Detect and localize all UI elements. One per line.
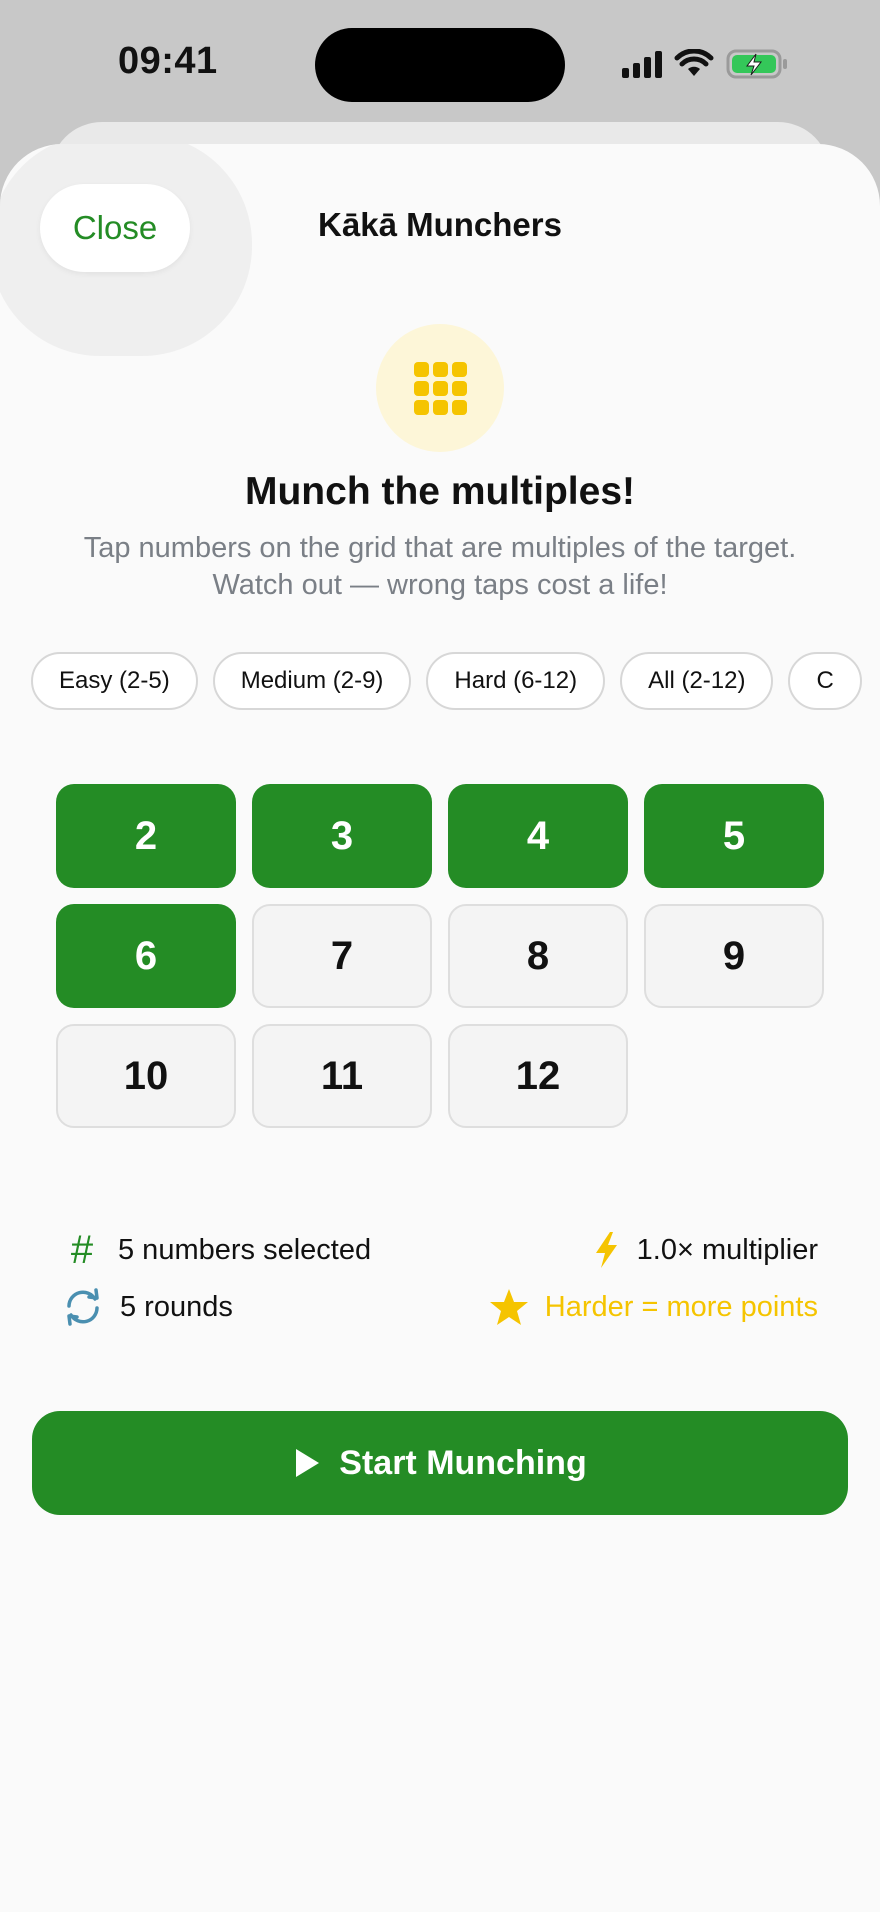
harder-note-text: Harder = more points <box>544 1290 818 1323</box>
chip-hard[interactable]: Hard (6-12) <box>426 652 606 710</box>
status-bar: 09:41 <box>0 0 880 130</box>
chip-custom[interactable]: C <box>788 652 862 710</box>
number-tile-7[interactable]: 7 <box>252 904 432 1008</box>
harder-note-info: Harder = more points <box>489 1285 818 1329</box>
rounds-info: 5 rounds <box>62 1285 233 1329</box>
hash-icon: # <box>70 1227 94 1272</box>
game-headline: Munch the multiples! <box>245 470 635 513</box>
number-tile-12[interactable]: 12 <box>448 1024 628 1128</box>
multiplier-text: 1.0× multiplier <box>636 1233 818 1266</box>
numbers-selected-text: 5 numbers selected <box>118 1233 372 1266</box>
grid-icon <box>376 324 504 452</box>
dynamic-island <box>315 28 565 102</box>
number-tile-3[interactable]: 3 <box>252 784 432 888</box>
chip-medium[interactable]: Medium (2-9) <box>212 652 412 710</box>
lightning-icon <box>595 1232 617 1268</box>
wifi-icon <box>674 49 714 76</box>
star-icon <box>489 1289 528 1325</box>
status-icons <box>622 44 790 84</box>
number-grid: 2 3 4 5 6 7 8 9 10 11 12 <box>56 784 824 1128</box>
instructions-line-2: Watch out — wrong taps cost a life! <box>212 569 668 601</box>
number-tile-8[interactable]: 8 <box>448 904 628 1008</box>
number-tile-5[interactable]: 5 <box>644 784 824 888</box>
number-tile-10[interactable]: 10 <box>56 1024 236 1128</box>
chip-easy[interactable]: Easy (2-5) <box>31 652 198 710</box>
difficulty-chips: Easy (2-5) Medium (2-9) Hard (6-12) All … <box>31 652 862 710</box>
chip-all[interactable]: All (2-12) <box>620 652 774 710</box>
modal-sheet: Close Kākā Munchers Munch the multiples!… <box>0 144 880 1912</box>
battery-charging-icon <box>726 49 787 79</box>
number-tile-2[interactable]: 2 <box>56 784 236 888</box>
game-instructions: Tap numbers on the grid that are multipl… <box>40 530 840 604</box>
numbers-selected-info: # 5 numbers selected <box>62 1228 371 1272</box>
summary-row-2: 5 rounds Harder = more points <box>62 1285 818 1329</box>
number-tile-6[interactable]: 6 <box>56 904 236 1008</box>
app-title: Kākā Munchers <box>318 206 562 243</box>
multiplier-info: 1.0× multiplier <box>591 1228 818 1272</box>
summary-row-1: # 5 numbers selected 1.0× multiplier <box>62 1228 818 1272</box>
number-tile-9[interactable]: 9 <box>644 904 824 1008</box>
number-tile-4[interactable]: 4 <box>448 784 628 888</box>
cellular-signal-icon <box>622 50 662 78</box>
close-button[interactable]: Close <box>40 184 190 272</box>
repeat-icon <box>67 1288 99 1326</box>
status-time: 09:41 <box>118 40 218 82</box>
number-tile-11[interactable]: 11 <box>252 1024 432 1128</box>
start-munching-button[interactable]: Start Munching <box>32 1411 848 1515</box>
rounds-text: 5 rounds <box>120 1290 233 1323</box>
start-button-label: Start Munching <box>339 1443 587 1482</box>
play-icon <box>296 1449 320 1477</box>
instructions-line-1: Tap numbers on the grid that are multipl… <box>83 532 797 564</box>
